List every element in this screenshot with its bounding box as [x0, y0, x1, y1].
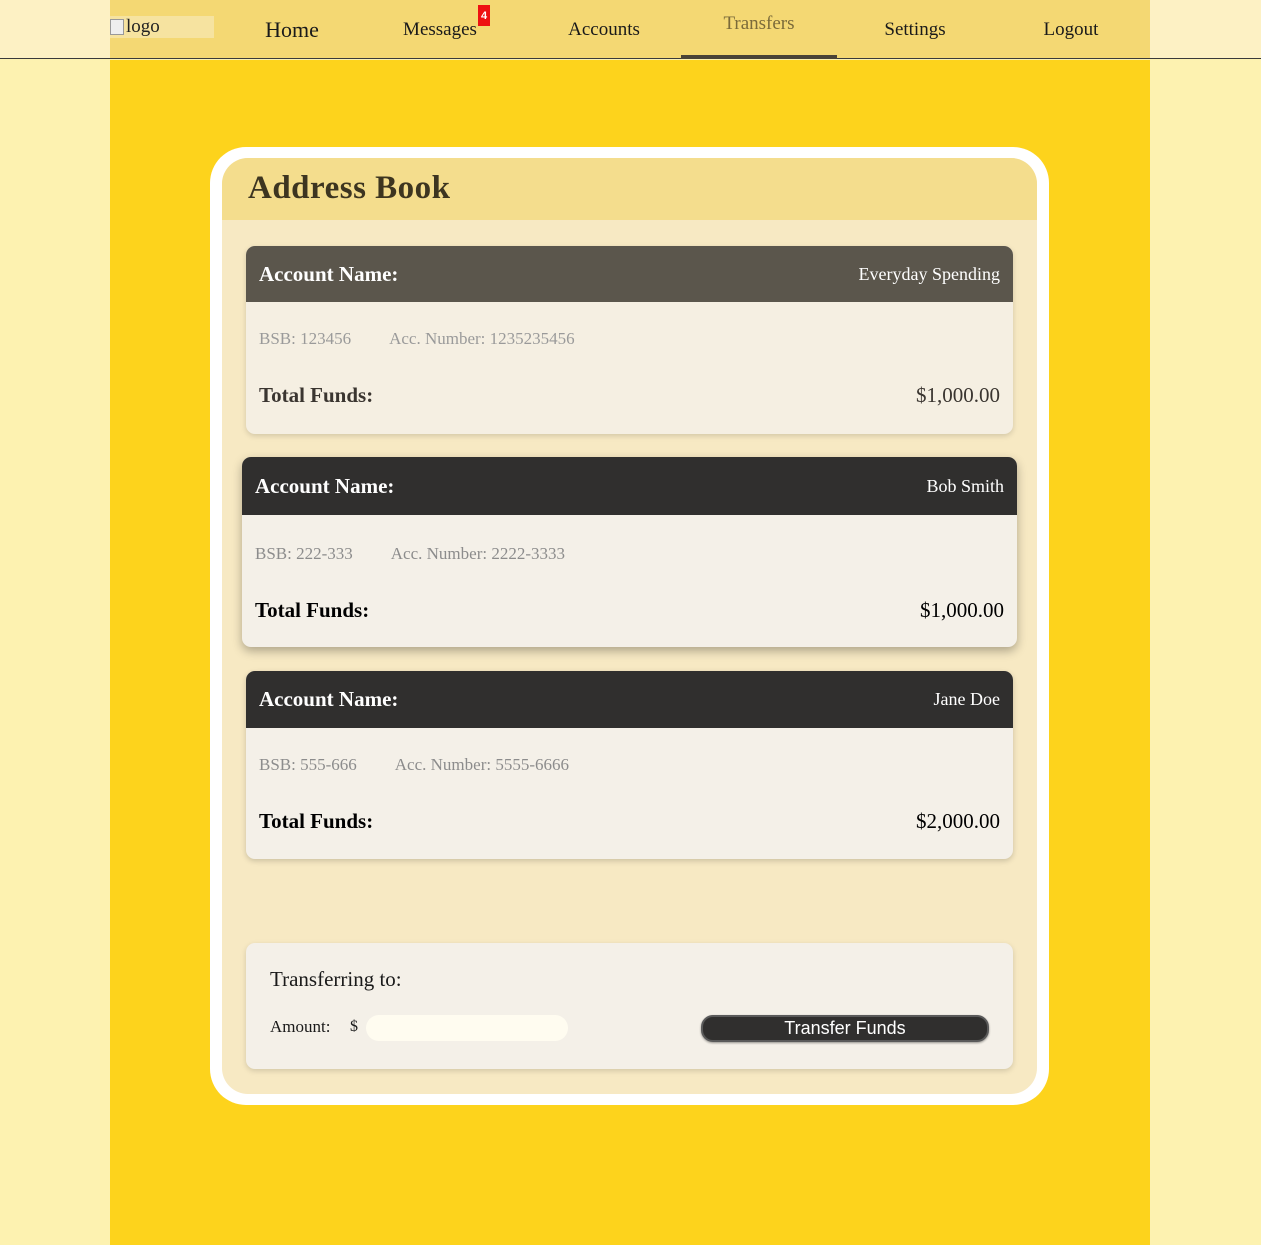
- account-name-label: Account Name:: [259, 261, 399, 286]
- account-details: BSB: 123456 Acc. Number: 1235235456: [246, 329, 1013, 349]
- total-funds-value: $1,000.00: [916, 383, 1000, 407]
- amount-input[interactable]: [366, 1015, 568, 1041]
- amount-label: Amount:: [270, 1017, 331, 1036]
- total-funds-label: Total Funds:: [255, 598, 370, 622]
- account-funds-row: Total Funds: $2,000.00: [246, 809, 1013, 834]
- transfer-funds-button[interactable]: Transfer Funds: [701, 1015, 989, 1042]
- account-name-label: Account Name:: [259, 687, 399, 711]
- nav-transfers[interactable]: Transfers: [681, 0, 837, 59]
- transfer-form: Transferring to: Amount: $ Transfer Fund…: [246, 943, 1013, 1069]
- account-card-header: Account Name: Jane Doe: [246, 671, 1013, 728]
- logo-image[interactable]: logo: [110, 16, 214, 38]
- total-funds-label: Total Funds:: [259, 383, 374, 407]
- page-title: Address Book: [248, 170, 451, 206]
- account-bsb: BSB: 222-333: [255, 544, 353, 563]
- currency-symbol: $: [350, 1018, 358, 1035]
- account-card-bob-smith[interactable]: Account Name: Bob Smith BSB: 222-333 Acc…: [242, 457, 1017, 647]
- account-name: Jane Doe: [933, 689, 1000, 709]
- account-number: Acc. Number: 2222-3333: [390, 544, 565, 563]
- account-bsb: BSB: 555-666: [259, 755, 357, 774]
- account-funds-row: Total Funds: $1,000.00: [246, 383, 1013, 408]
- account-name: Everyday Spending: [858, 263, 1000, 284]
- total-funds-value: $2,000.00: [916, 809, 1000, 833]
- nav-accounts[interactable]: Accounts: [526, 0, 682, 59]
- account-card-header: Account Name: Everyday Spending: [246, 246, 1013, 302]
- logo-alt-text: logo: [126, 16, 160, 37]
- account-number: Acc. Number: 1235235456: [389, 329, 575, 348]
- nav-settings[interactable]: Settings: [837, 0, 993, 59]
- account-card-everyday-spending[interactable]: Account Name: Everyday Spending BSB: 123…: [246, 246, 1013, 434]
- account-details: BSB: 555-666 Acc. Number: 5555-6666: [246, 755, 1013, 775]
- nav-logout[interactable]: Logout: [993, 0, 1149, 59]
- account-name: Bob Smith: [926, 475, 1004, 496]
- messages-count-badge: 4: [478, 5, 490, 26]
- account-details: BSB: 222-333 Acc. Number: 2222-3333: [242, 544, 1017, 564]
- nav-messages[interactable]: Messages 4: [362, 0, 518, 59]
- account-card-header: Account Name: Bob Smith: [242, 457, 1017, 515]
- total-funds-value: $1,000.00: [920, 598, 1004, 622]
- address-book-header: Address Book: [222, 158, 1037, 220]
- account-number: Acc. Number: 5555-6666: [394, 755, 569, 774]
- account-bsb: BSB: 123456: [259, 329, 352, 348]
- account-funds-row: Total Funds: $1,000.00: [242, 598, 1017, 623]
- total-funds-label: Total Funds:: [259, 809, 374, 833]
- nav-messages-label: Messages: [403, 18, 477, 40]
- transferring-to-label: Transferring to:: [270, 967, 402, 991]
- account-card-jane-doe[interactable]: Account Name: Jane Doe BSB: 555-666 Acc.…: [246, 671, 1013, 859]
- nav-home[interactable]: Home: [214, 0, 370, 59]
- account-name-label: Account Name:: [255, 473, 395, 498]
- broken-image-icon: [110, 19, 124, 35]
